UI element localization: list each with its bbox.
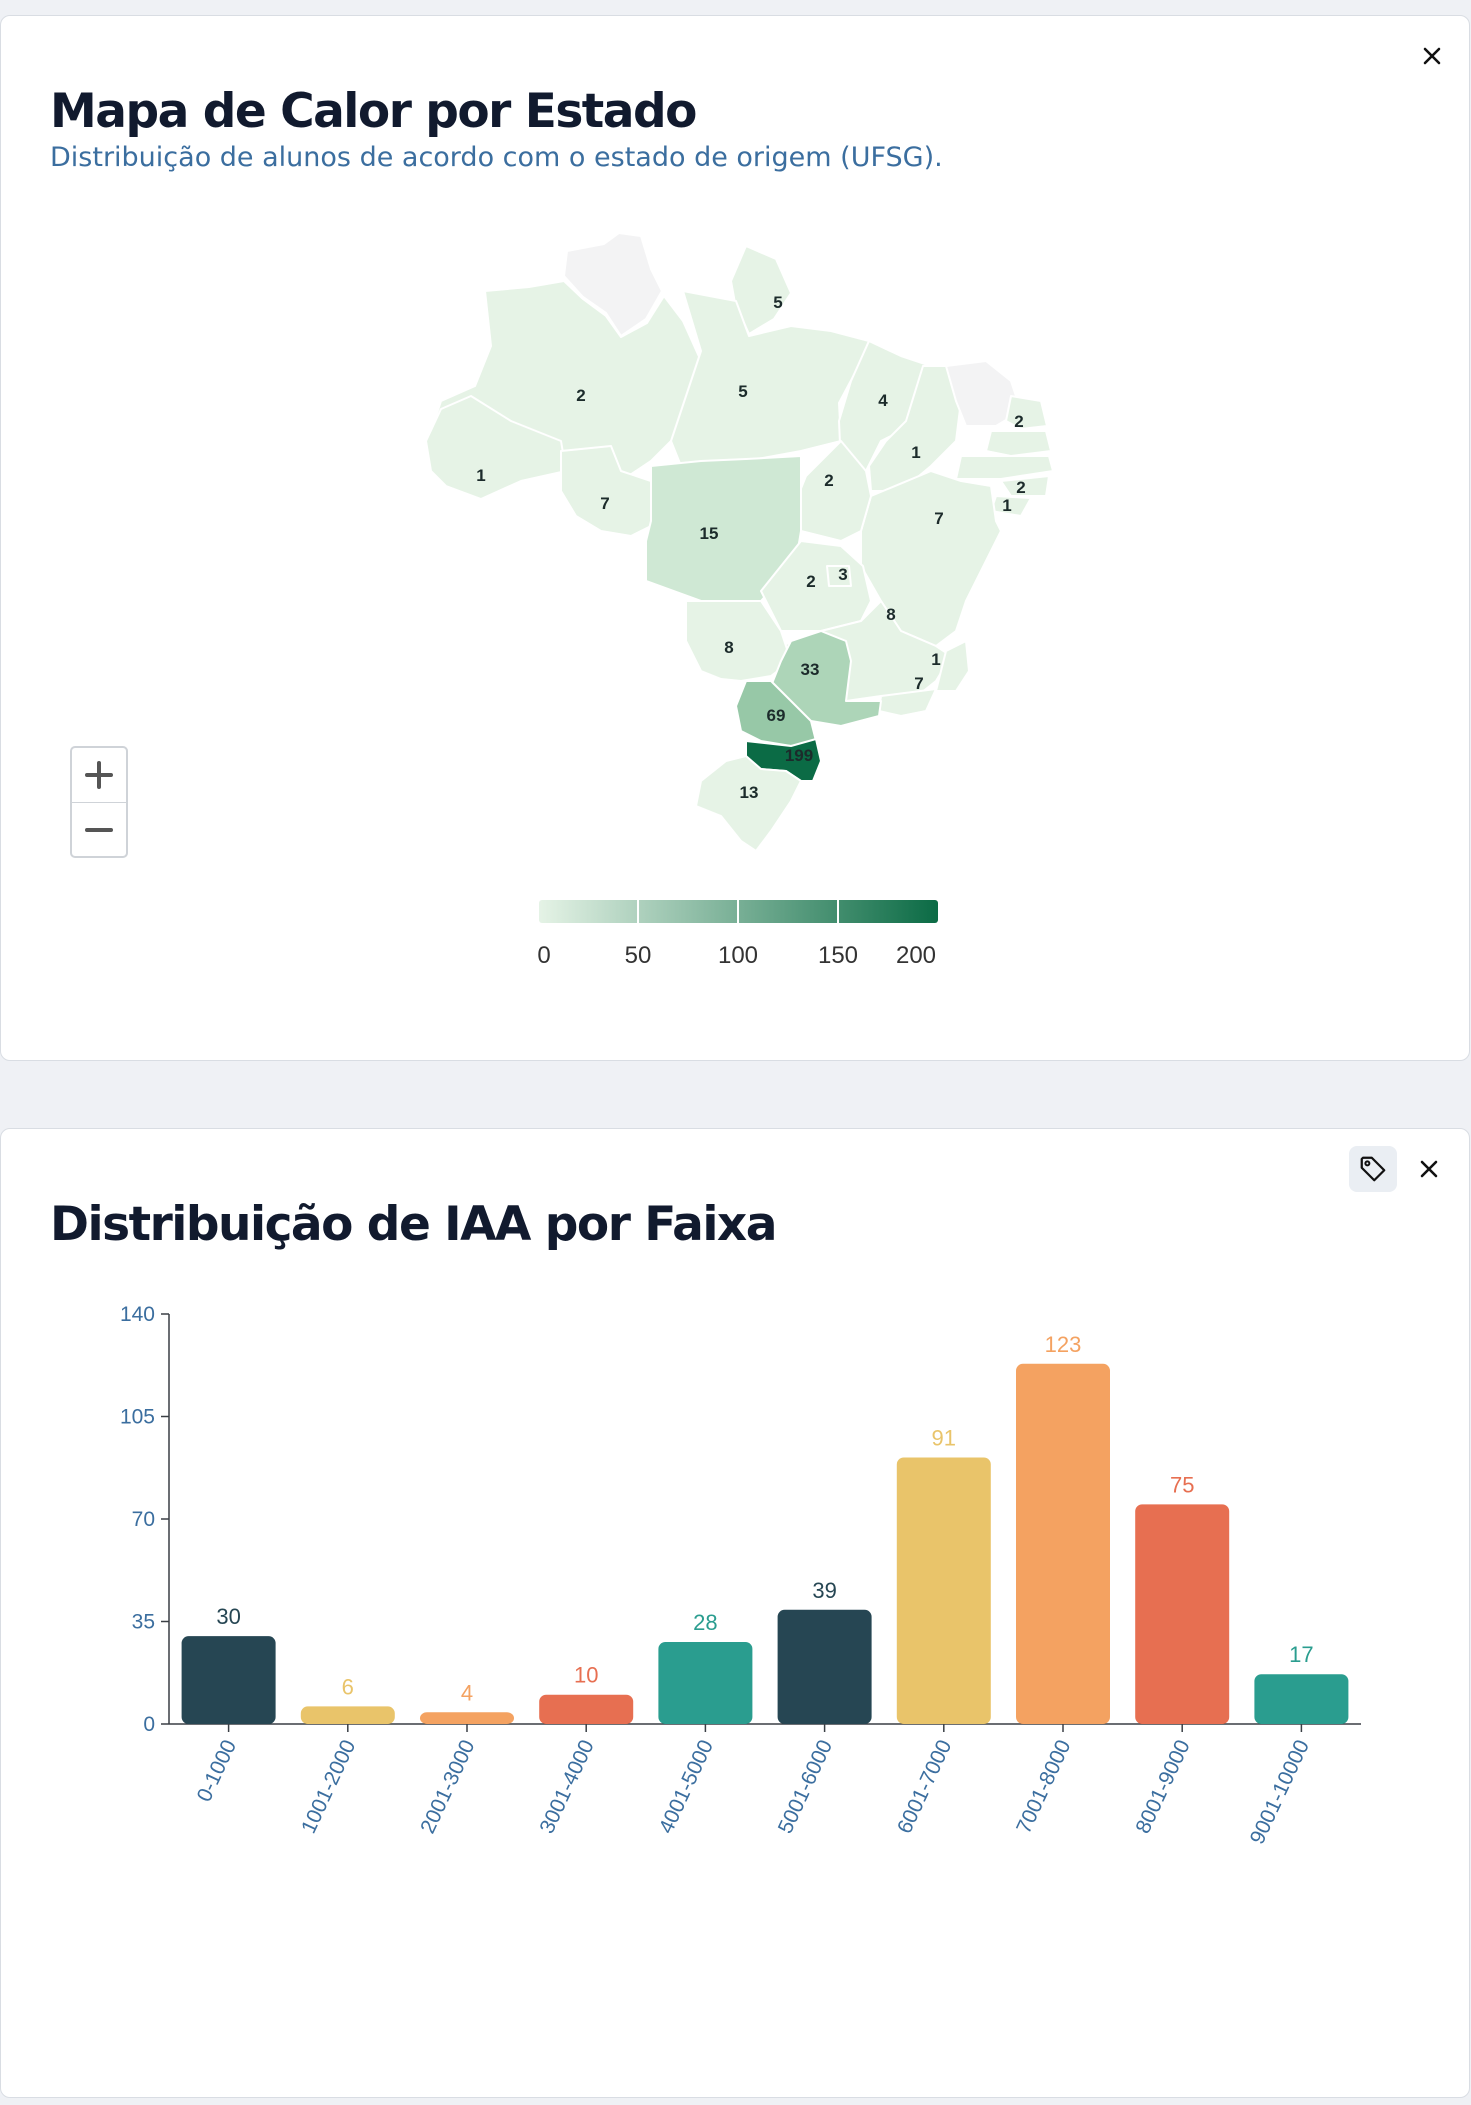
state-value-es: 1 [931, 650, 940, 669]
state-value-mg: 8 [886, 605, 895, 624]
state-value-ap: 5 [773, 293, 782, 312]
y-tick-label: 0 [143, 1713, 155, 1736]
bar-1001-2000 [300, 1706, 395, 1724]
x-tick-label: 7001-8000 [1012, 1736, 1075, 1837]
bar-value-label: 17 [1289, 1642, 1313, 1667]
bar-value-label: 123 [1045, 1332, 1082, 1357]
state-rn[interactable] [1005, 395, 1048, 430]
state-value-ma: 4 [878, 391, 888, 410]
state-value-am: 2 [576, 386, 585, 405]
y-tick-label: 140 [120, 1303, 155, 1326]
bar-value-label: 4 [461, 1680, 473, 1705]
state-value-pe: 2 [1016, 478, 1025, 497]
bar-7001-8000 [1016, 1363, 1110, 1724]
state-value-sp: 33 [801, 660, 820, 679]
state-value-mt: 15 [700, 524, 719, 543]
state-pb[interactable] [985, 430, 1052, 457]
state-value-pa: 5 [738, 382, 747, 401]
legend-tick: 0 [537, 942, 550, 969]
x-tick-label: 4001-5000 [655, 1736, 718, 1837]
legend-tick: 150 [818, 942, 858, 969]
state-rs[interactable] [695, 755, 802, 852]
legend-tick: 200 [896, 942, 936, 969]
y-tick-label: 35 [132, 1611, 155, 1634]
state-value-pr: 69 [767, 706, 786, 725]
x-tick-label: 8001-9000 [1131, 1736, 1194, 1837]
legend-tick: 50 [625, 942, 652, 969]
state-value-al: 1 [1002, 496, 1011, 515]
bar-value-label: 91 [932, 1426, 956, 1451]
bar-value-label: 39 [812, 1578, 836, 1603]
x-tick-label: 0-1000 [193, 1736, 241, 1805]
bar-chart: 0 35 70 105 140 30 0-1000 6 1001-2000 4 2001-3000 1… [120, 1303, 1361, 1848]
bar-value-label: 10 [574, 1663, 598, 1688]
bar-3001-4000 [539, 1694, 634, 1724]
x-tick-label: 6001-7000 [893, 1736, 956, 1837]
bar-0-1000 [181, 1636, 276, 1724]
state-value-rn: 2 [1014, 412, 1023, 431]
bar-9001-10000 [1254, 1674, 1349, 1724]
bar-value-label: 75 [1170, 1472, 1194, 1497]
bar-8001-9000 [1135, 1504, 1230, 1724]
x-tick-label: 5001-6000 [774, 1736, 837, 1837]
x-tick-label: 2001-3000 [416, 1736, 479, 1837]
legend-tick: 100 [718, 942, 758, 969]
state-value-ms: 8 [724, 638, 733, 657]
bar-value-label: 30 [216, 1604, 240, 1629]
state-pe[interactable] [955, 455, 1054, 480]
state-value-rs: 13 [740, 783, 759, 802]
bar-value-label: 6 [342, 1674, 354, 1699]
bar-6001-7000 [896, 1457, 991, 1724]
state-value-pi: 1 [911, 443, 920, 462]
state-value-to: 2 [824, 471, 833, 490]
x-tick-label: 9001-10000 [1246, 1736, 1314, 1847]
bar-5001-6000 [777, 1609, 872, 1724]
color-legend: 0 50 100 150 200 [537, 900, 938, 969]
y-tick-label: 105 [120, 1406, 155, 1429]
y-tick-label: 70 [132, 1508, 155, 1531]
bar-2001-3000 [420, 1712, 514, 1724]
map-card: Mapa de Calor por Estado Distribuição de… [0, 15, 1470, 1061]
state-value-rj: 7 [914, 674, 923, 693]
state-value-df: 3 [838, 565, 847, 584]
x-tick-label: 3001-4000 [535, 1736, 598, 1837]
bar-value-label: 28 [693, 1610, 717, 1635]
state-value-sc: 199 [785, 746, 813, 765]
chart-card: Distribuição de IAA por Faixa 0 35 70 105 14… [0, 1128, 1470, 2098]
x-tick-label: 1001-2000 [297, 1736, 360, 1837]
brazil-map: 5 2 5 4 2 1 1 7 2 1 2 15 7 2 3 8 8 1 33 … [425, 232, 1054, 969]
bar-4001-5000 [658, 1642, 753, 1724]
state-value-ba: 7 [934, 509, 943, 528]
state-value-ro: 7 [600, 494, 609, 513]
state-value-ac: 1 [476, 466, 485, 485]
state-value-go: 2 [806, 572, 815, 591]
